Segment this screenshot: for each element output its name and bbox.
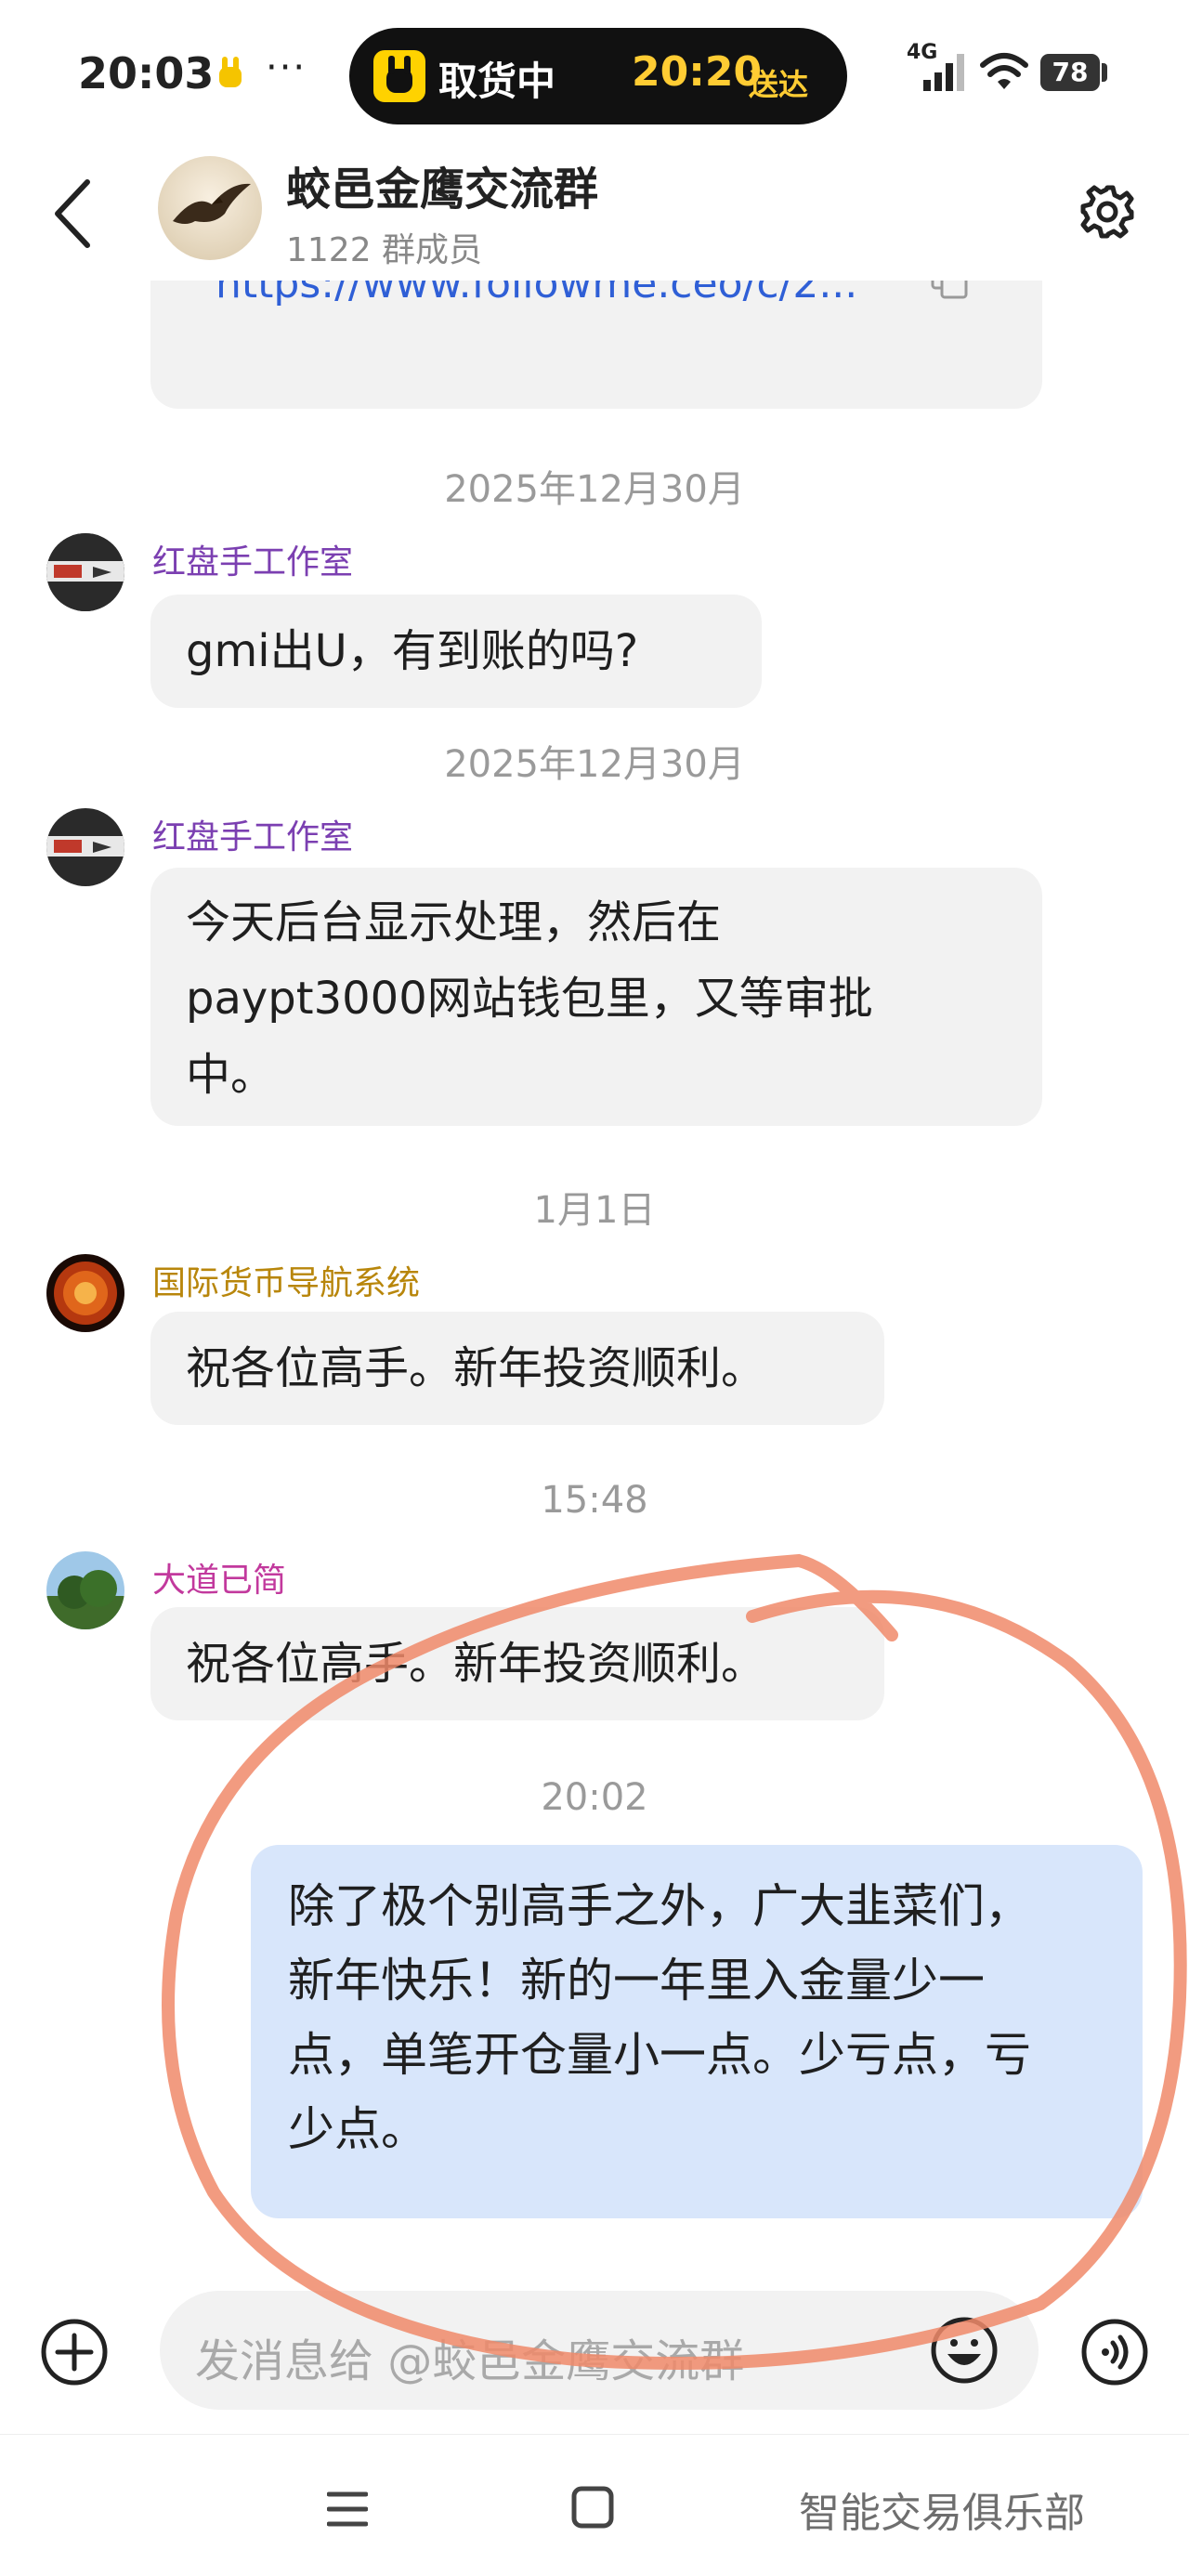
message-bubble[interactable]: 祝各位高手。新年投资顺利。 [150,1312,884,1425]
sender-avatar[interactable] [46,1254,124,1332]
sender-name: 国际货币导航系统 [152,1264,421,1302]
voice-icon[interactable] [1079,2317,1150,2387]
chat-header: 蛟邑金鹰交流群 1122 群成员 [0,149,1189,281]
message-text-line: 中。 [186,1049,276,1101]
watermark: 智能交易俱乐部 [799,2490,1085,2537]
signal-icon [923,54,964,91]
rabbit-app-icon [219,57,242,87]
wifi-icon [980,53,1028,89]
delivery-time: 20:20 [632,48,763,96]
self-message-bubble[interactable]: 除了极个别高手之外，广大韭菜们， 新年快乐！新的一年里入金量少一 点，单笔开仓量… [251,1845,1143,2218]
home-icon[interactable] [570,2485,615,2530]
status-bar: 20:03 ··· 取货中 20:20 送达 4G 78 [0,0,1189,149]
message-timestamp: 2025年12月30月 [444,743,745,786]
message-input[interactable]: 发消息给 @蛟邑金鹰交流群 [160,2291,1039,2410]
group-title: 蛟邑金鹰交流群 [286,163,599,216]
status-clock: 20:03 [78,48,215,98]
message-text: 祝各位高手。新年投资顺利。 [186,1638,766,1690]
message-text-line: 除了极个别高手之外，广大韭菜们， [288,1879,1031,1933]
sender-avatar[interactable] [46,1551,124,1629]
status-more-icon: ··· [266,46,307,89]
group-avatar[interactable] [158,156,262,260]
delivery-suffix: 送达 [749,67,809,102]
message-text-line: 点，单笔开仓量小一点。少亏点，亏 [288,2028,1031,2082]
message-text-line: paypt3000网站钱包里，又等审批 [186,973,873,1025]
message-timestamp: 15:48 [541,1479,648,1522]
delivery-app-icon [373,50,425,102]
add-icon[interactable] [39,2317,110,2387]
message-text: 祝各位高手。新年投资顺利。 [186,1342,766,1394]
system-nav-bar: 智能交易俱乐部 [0,2434,1189,2576]
sender-name: 大道已简 [152,1562,287,1600]
message-bubble[interactable]: 今天后台显示处理，然后在 paypt3000网站钱包里，又等审批 中。 [150,868,1042,1126]
sender-avatar[interactable] [46,533,124,611]
delivery-live-activity[interactable]: 取货中 20:20 送达 [349,28,847,124]
battery-nub [1102,63,1107,82]
sender-name: 红盘手工作室 [152,818,354,856]
message-timestamp: 2025年12月30月 [444,468,745,511]
message-bubble[interactable]: 祝各位高手。新年投资顺利。 [150,1607,884,1720]
sender-avatar[interactable] [46,808,124,886]
back-arrow-icon[interactable] [50,177,97,251]
gear-icon[interactable] [1078,182,1137,242]
message-text: gmi出U，有到账的吗? [186,625,639,677]
message-text-line: 新年快乐！新的一年里入金量少一 [288,1954,985,2007]
message-bubble[interactable]: gmi出U，有到账的吗? [150,595,762,708]
message-timestamp: 1月1日 [533,1189,656,1232]
emoji-icon[interactable] [929,2315,1000,2386]
message-input-placeholder: 发消息给 @蛟邑金鹰交流群 [195,2335,745,2387]
sender-name: 红盘手工作室 [152,543,354,582]
message-timestamp: 20:02 [541,1776,648,1819]
menu-icon[interactable] [327,2491,368,2528]
group-member-count: 1122 群成员 [286,231,483,269]
message-text-line: 少点。 [288,2102,427,2156]
delivery-status: 取货中 [438,59,556,104]
battery-icon: 78 [1040,54,1100,91]
message-text-line: 今天后台显示处理，然后在 [186,896,722,948]
